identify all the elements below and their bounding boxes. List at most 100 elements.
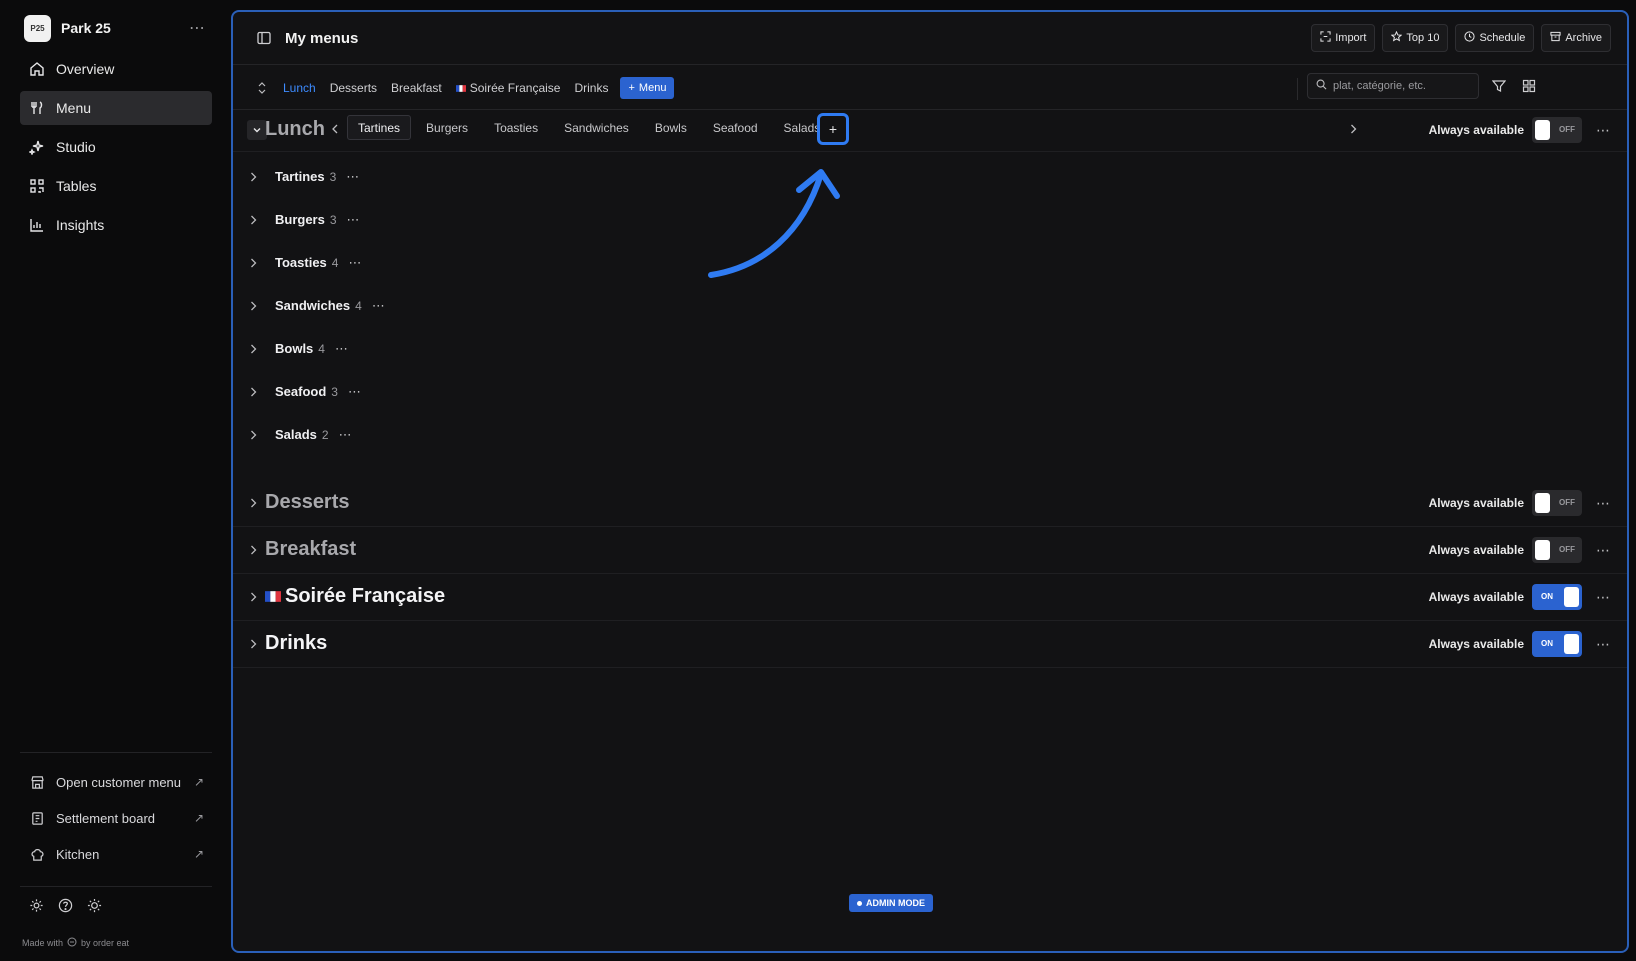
import-button[interactable]: Import	[1311, 24, 1376, 52]
menu-tab-lunch[interactable]: Lunch	[283, 81, 316, 95]
clock-icon	[1464, 31, 1476, 45]
help-icon[interactable]	[57, 897, 74, 914]
chevron-right-icon[interactable]	[1347, 123, 1359, 135]
more-icon[interactable]: ⋯	[348, 384, 362, 400]
chevron-left-icon[interactable]	[328, 122, 342, 136]
more-icon[interactable]: ⋯	[1596, 495, 1611, 512]
category-name: Tartines	[275, 169, 325, 184]
more-icon[interactable]: ⋯	[372, 298, 386, 314]
collapse-button[interactable]	[247, 120, 267, 140]
more-icon[interactable]: ⋯	[348, 255, 362, 271]
sun-icon[interactable]	[86, 897, 103, 914]
category-name: Burgers	[275, 212, 325, 227]
gear-icon[interactable]	[28, 897, 45, 914]
availability-label: Always available	[1428, 590, 1524, 604]
more-icon[interactable]: ⋯	[347, 212, 361, 228]
availability-toggle[interactable]: OFF	[1532, 537, 1582, 563]
category-row[interactable]: Sandwiches 4 ⋯	[233, 284, 1627, 327]
sidebar-link-label: Settlement board	[56, 810, 156, 826]
more-icon[interactable]: ⋯	[335, 341, 349, 357]
sidebar-item-tables[interactable]: Tables	[20, 169, 212, 203]
availability-controls: Always available ON ⋯	[1429, 631, 1611, 657]
category-tab-toasties[interactable]: Toasties	[483, 115, 549, 140]
external-link-icon: ↗	[193, 847, 204, 861]
category-row[interactable]: Tartines 3 ⋯	[233, 155, 1627, 198]
category-name: Salads	[275, 427, 317, 442]
menu-section-breakfast[interactable]: Breakfast Always available OFF ⋯	[233, 527, 1627, 574]
more-icon[interactable]: ⋯	[1596, 589, 1611, 606]
top-10-button[interactable]: Top 10	[1382, 24, 1449, 52]
menu-title: Soirée Française	[265, 585, 445, 608]
category-row[interactable]: Burgers 3 ⋯	[233, 198, 1627, 241]
sidebar-item-studio[interactable]: Studio	[20, 130, 212, 164]
category-count: 3	[331, 384, 338, 399]
search-box[interactable]	[1307, 73, 1479, 99]
category-tabs: Tartines Burgers Toasties Sandwiches Bow…	[347, 115, 835, 140]
sparkle-icon	[28, 138, 46, 156]
more-icon[interactable]: ⋯	[1596, 542, 1611, 559]
menu-tabs-bar: Lunch Desserts Breakfast Soirée Français…	[233, 66, 1627, 110]
menu-section-soiree-francaise[interactable]: Soirée Française Always available ON ⋯	[233, 574, 1627, 621]
availability-toggle[interactable]: ON	[1532, 631, 1582, 657]
category-name: Sandwiches	[275, 298, 351, 313]
sidebar-item-label: Insights	[56, 217, 105, 233]
category-tab-bowls[interactable]: Bowls	[644, 115, 698, 140]
category-tab-burgers[interactable]: Burgers	[415, 115, 479, 140]
sidebar-link-customer-menu[interactable]: Open customer menu ↗	[20, 764, 212, 800]
category-row[interactable]: Toasties 4 ⋯	[233, 241, 1627, 284]
toggle-knob	[1535, 120, 1550, 140]
menu-tab-desserts[interactable]: Desserts	[330, 81, 377, 95]
menu-section-lunch: Lunch Tartines Burgers Toasties Sandwich…	[233, 111, 1627, 152]
sidebar-item-insights[interactable]: Insights	[20, 208, 212, 242]
category-count: 3	[329, 169, 337, 184]
category-tab-sandwiches[interactable]: Sandwiches	[553, 115, 640, 140]
more-icon[interactable]: ⋯	[346, 169, 360, 185]
reorder-icon[interactable]	[255, 81, 269, 95]
add-category-button[interactable]: +	[817, 113, 849, 145]
category-tab-tartines[interactable]: Tartines	[347, 115, 412, 140]
made-with-footer: Made with by order eat	[22, 937, 130, 948]
availability-label: Always available	[1428, 637, 1524, 651]
toggle-knob	[1564, 587, 1579, 607]
category-row[interactable]: Bowls 4 ⋯	[233, 327, 1627, 370]
category-row[interactable]: Salads 2 ⋯	[233, 413, 1627, 456]
menu-tab-soiree-francaise[interactable]: Soirée Française	[455, 81, 560, 95]
menu-section-desserts[interactable]: Desserts Always available OFF ⋯	[233, 480, 1627, 527]
more-icon[interactable]: ⋯	[1596, 122, 1611, 139]
sidebar-link-label: Open customer menu	[56, 774, 182, 790]
sidebar-link-kitchen[interactable]: Kitchen ↗	[20, 836, 212, 872]
archive-button[interactable]: Archive	[1541, 24, 1611, 52]
category-count: 3	[329, 212, 337, 227]
search-input[interactable]	[1333, 80, 1473, 92]
menu-section-drinks[interactable]: Drinks Always available ON ⋯	[233, 621, 1627, 668]
grid-view-icon[interactable]	[1521, 78, 1537, 94]
sidebar-item-menu[interactable]: Menu	[20, 91, 212, 125]
availability-toggle[interactable]: OFF	[1532, 490, 1582, 516]
menu-tab-drinks[interactable]: Drinks	[574, 81, 608, 95]
tabs-divider	[1297, 78, 1298, 100]
chevron-right-icon	[247, 591, 259, 603]
category-name: Seafood	[275, 384, 327, 399]
more-icon[interactable]: ⋯	[339, 427, 353, 443]
sidebar-nav: Overview Menu Studio Tables Insights	[20, 52, 212, 247]
availability-label: Always available	[1428, 123, 1524, 137]
category-count: 2	[321, 427, 329, 442]
sidebar-toggle-icon[interactable]	[255, 29, 273, 47]
schedule-button[interactable]: Schedule	[1455, 24, 1535, 52]
filter-icon[interactable]	[1491, 78, 1507, 94]
menu-tab-breakfast[interactable]: Breakfast	[391, 81, 442, 95]
availability-toggle[interactable]: OFF	[1532, 117, 1582, 143]
category-row[interactable]: Seafood 3 ⋯	[233, 370, 1627, 413]
sidebar-item-overview[interactable]: Overview	[20, 52, 212, 86]
add-menu-button[interactable]: + Menu	[620, 76, 675, 99]
sidebar-tools	[28, 897, 103, 914]
menu-title: Desserts	[265, 491, 350, 513]
availability-toggle[interactable]: ON	[1532, 584, 1582, 610]
sidebar-link-settlement-board[interactable]: Settlement board ↗	[20, 800, 212, 836]
category-tab-seafood[interactable]: Seafood	[702, 115, 769, 140]
more-icon[interactable]: ⋯	[1596, 636, 1611, 653]
main-panel: My menus Import Top 10 Schedule Archive …	[231, 10, 1629, 953]
availability-controls: Always available OFF ⋯	[1429, 537, 1611, 563]
more-icon[interactable]: ⋯	[189, 18, 206, 38]
brand-switcher[interactable]: P25 Park 25 ⋯	[24, 14, 216, 42]
